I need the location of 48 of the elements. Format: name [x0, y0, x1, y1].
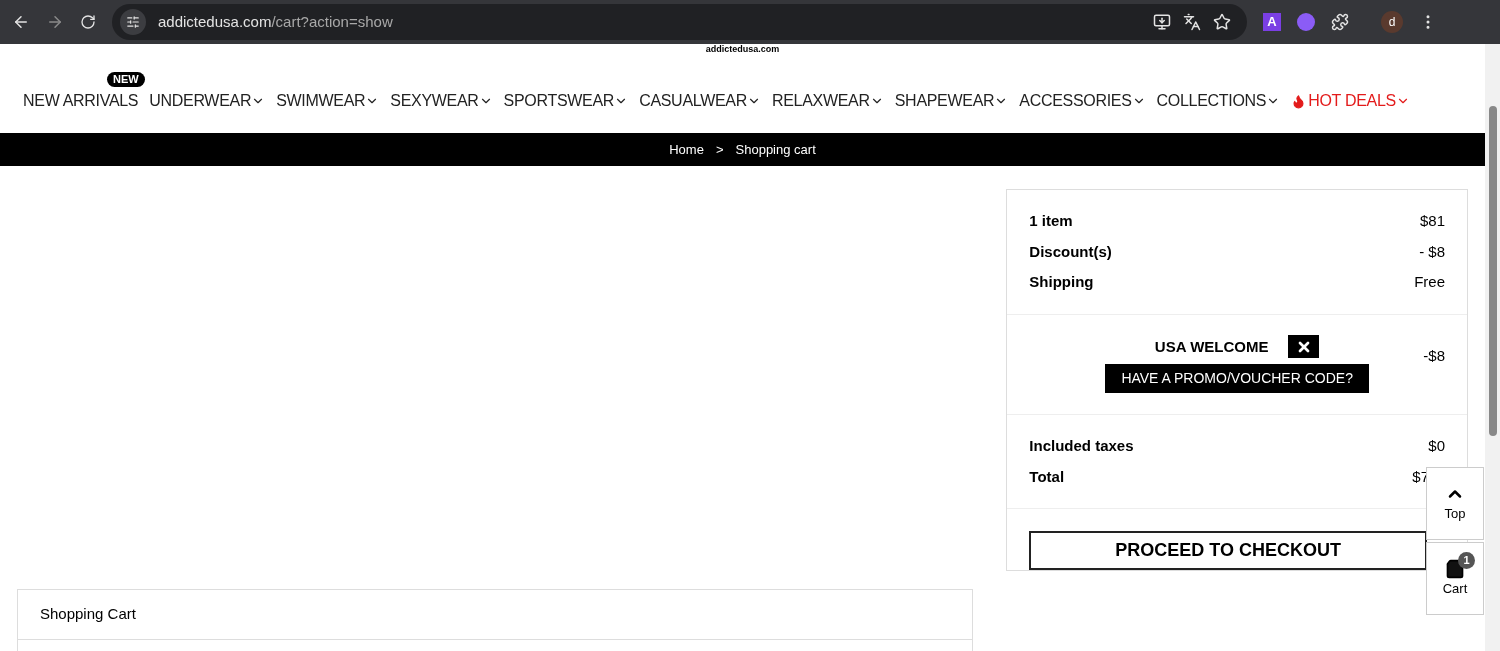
back-to-top-button[interactable]: Top — [1426, 467, 1484, 540]
extension-icon[interactable]: A — [1263, 13, 1281, 31]
summary-label: Included taxes — [1029, 436, 1134, 456]
promo-code-button[interactable]: HAVE A PROMO/VOUCHER CODE? — [1105, 364, 1369, 394]
translate-icon[interactable] — [1183, 13, 1201, 31]
nav-link[interactable]: SHAPEWEAR — [894, 89, 995, 113]
remove-voucher-button[interactable] — [1288, 335, 1320, 359]
site-domain: addictedusa.com — [704, 44, 781, 54]
bookmark-star-icon[interactable] — [1213, 13, 1231, 31]
nav-link[interactable]: ACCESSORIES — [1019, 89, 1132, 113]
address-bar[interactable]: addictedusa.com/cart?action=show — [112, 4, 1247, 40]
checkout-button[interactable]: PROCEED TO CHECKOUT — [1029, 531, 1427, 570]
extension-icon[interactable] — [1297, 13, 1315, 31]
nav-link[interactable]: SPORTSWEAR — [503, 89, 615, 113]
nav-link[interactable]: NEW ARRIVALS — [23, 89, 139, 113]
cart-button[interactable]: Cart 1 — [1426, 542, 1484, 615]
forward-icon[interactable] — [46, 13, 64, 31]
nav-link[interactable]: CASUALWEAR — [639, 89, 747, 113]
profile-avatar[interactable]: d — [1381, 11, 1403, 33]
cart-count-badge: 1 — [1458, 552, 1475, 569]
new-badge: NEW — [107, 72, 145, 87]
summary-label: Discount(s) — [1029, 241, 1112, 262]
voucher-amount: -$8 — [1423, 345, 1445, 366]
summary-label: Total — [1029, 466, 1065, 487]
cart-panel-title: Shopping Cart — [18, 590, 973, 640]
url-text: addictedusa.com/cart?action=show — [158, 11, 393, 32]
summary-value: $81 — [1419, 211, 1445, 231]
site-settings-icon[interactable] — [120, 9, 146, 35]
back-icon[interactable] — [12, 13, 30, 31]
nav-link[interactable]: HOT DEALS — [1291, 89, 1396, 113]
breadcrumb-separator: > — [715, 140, 724, 159]
nav-link[interactable]: SEXYWEAR — [390, 89, 479, 113]
install-icon[interactable] — [1153, 13, 1171, 31]
summary-value: - $8 — [1419, 241, 1445, 262]
nav-link[interactable]: RELAXWEAR — [771, 89, 870, 113]
scrollbar[interactable] — [1485, 44, 1500, 651]
summary-value: $0 — [1428, 436, 1445, 456]
summary-label: Shipping — [1029, 272, 1094, 292]
summary-label: 1 item — [1029, 211, 1073, 231]
nav-link[interactable]: COLLECTIONS — [1156, 89, 1267, 113]
voucher-name: USA WELCOME — [1154, 336, 1269, 357]
breadcrumb-link[interactable]: Home — [669, 139, 704, 160]
breadcrumb-link[interactable]: Shopping cart — [735, 139, 816, 160]
nav-link[interactable]: SWIMWEAR — [276, 89, 366, 113]
extensions-icon[interactable] — [1331, 13, 1349, 31]
summary-value: Free — [1414, 272, 1445, 292]
reload-icon[interactable] — [80, 14, 96, 30]
nav-link[interactable]: UNDERWEAR — [149, 89, 252, 113]
